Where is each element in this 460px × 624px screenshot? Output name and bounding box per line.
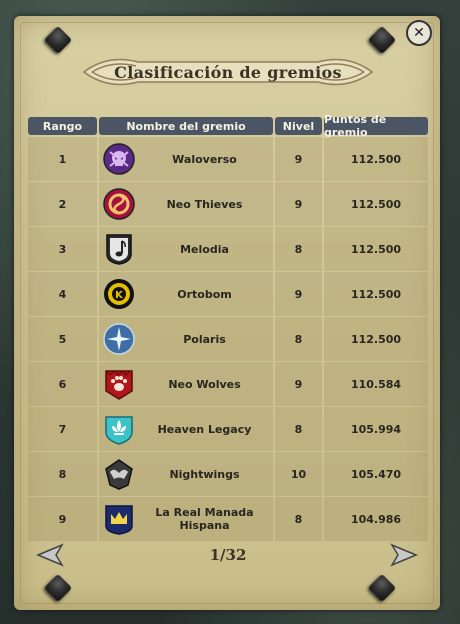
page-title: Clasificación de gremios xyxy=(114,62,342,82)
paw-emblem xyxy=(102,367,136,401)
level-cell: 8 xyxy=(275,497,322,541)
guild-name: Polaris xyxy=(183,332,226,346)
guild-name-cell: Melodia xyxy=(99,227,273,271)
guild-points-cell: 112.500 xyxy=(324,227,428,271)
table-row[interactable]: 3 Melodia 8 112.500 xyxy=(28,227,428,271)
title-banner: Clasificación de gremios xyxy=(78,52,378,92)
skull-emblem xyxy=(102,142,136,176)
fleur-emblem xyxy=(102,412,136,446)
guild-name: Ortobom xyxy=(177,287,232,301)
table-row[interactable]: 1 Waloverso 9 112.500 xyxy=(28,137,428,181)
level-cell: 10 xyxy=(275,452,322,496)
guild-points-cell: 112.500 xyxy=(324,272,428,316)
rank-cell: 7 xyxy=(28,407,97,451)
arrow-right-icon xyxy=(390,543,418,567)
guild-points-cell: 112.500 xyxy=(324,182,428,226)
table-row[interactable]: 5 Polaris 8 112.500 xyxy=(28,317,428,361)
page-indicator: 1/32 xyxy=(209,546,247,564)
guild-name-cell: Neo Wolves xyxy=(99,362,273,406)
guild-name-cell: La Real Manada Hispana xyxy=(99,497,273,541)
rank-cell: 3 xyxy=(28,227,97,271)
table-header: Rango Nombre del gremio Nivel Puntos de … xyxy=(28,113,428,139)
table-body: 1 Waloverso 9 112.500 2 Neo Thieves 9 112.500… xyxy=(28,137,428,541)
rank-cell: 6 xyxy=(28,362,97,406)
level-cell: 9 xyxy=(275,182,322,226)
table-row[interactable]: 2 Neo Thieves 9 112.500 xyxy=(28,182,428,226)
guild-name-cell: Polaris xyxy=(99,317,273,361)
guild-name: Nightwings xyxy=(169,467,240,481)
level-cell: 9 xyxy=(275,272,322,316)
arrow-left-icon xyxy=(36,543,64,567)
guild-name-cell: Waloverso xyxy=(99,137,273,181)
rank-cell: 9 xyxy=(28,497,97,541)
prev-page-button[interactable] xyxy=(36,542,66,568)
guild-name-cell: Heaven Legacy xyxy=(99,407,273,451)
guild-points-cell: 112.500 xyxy=(324,137,428,181)
guild-ranking-table: Rango Nombre del gremio Nivel Puntos de … xyxy=(28,113,428,542)
column-header-level: Nivel xyxy=(275,117,322,135)
level-cell: 9 xyxy=(275,137,322,181)
level-cell: 8 xyxy=(275,407,322,451)
pagination: 1/32 xyxy=(28,542,428,572)
close-button[interactable]: ✕ xyxy=(406,20,432,46)
guild-points-cell: 105.470 xyxy=(324,452,428,496)
table-row[interactable]: 8 Nightwings 10 105.470 xyxy=(28,452,428,496)
column-header-guild-points: Puntos de gremio xyxy=(324,113,428,139)
next-page-button[interactable] xyxy=(388,542,418,568)
guild-name: La Real Manada Hispana xyxy=(155,506,254,532)
guild-name: Heaven Legacy xyxy=(157,422,252,436)
k-emblem: K xyxy=(102,277,136,311)
guild-name-cell: Neo Thieves xyxy=(99,182,273,226)
table-row[interactable]: 9 La Real Manada Hispana 8 104.986 xyxy=(28,497,428,541)
rank-cell: 4 xyxy=(28,272,97,316)
close-icon: ✕ xyxy=(413,25,425,41)
level-cell: 9 xyxy=(275,362,322,406)
guild-name: Waloverso xyxy=(172,152,237,166)
swirl-emblem xyxy=(102,187,136,221)
level-cell: 8 xyxy=(275,317,322,361)
guild-name: Melodia xyxy=(180,242,229,256)
column-header-rank: Rango xyxy=(28,117,97,135)
table-row[interactable]: 4 K Ortobom 9 112.500 xyxy=(28,272,428,316)
wing-emblem xyxy=(102,457,136,491)
guild-name: Neo Wolves xyxy=(168,377,241,391)
star-compass-emblem xyxy=(102,322,136,356)
guild-points-cell: 110.584 xyxy=(324,362,428,406)
guild-points-cell: 104.986 xyxy=(324,497,428,541)
level-cell: 8 xyxy=(275,227,322,271)
guild-name-cell: Nightwings xyxy=(99,452,273,496)
music-note-emblem xyxy=(102,232,136,266)
table-row[interactable]: 6 Neo Wolves 9 110.584 xyxy=(28,362,428,406)
rank-cell: 2 xyxy=(28,182,97,226)
rank-cell: 8 xyxy=(28,452,97,496)
guild-points-cell: 112.500 xyxy=(324,317,428,361)
crown-emblem xyxy=(102,502,136,536)
column-header-guild-name: Nombre del gremio xyxy=(99,117,273,135)
guild-name-cell: K Ortobom xyxy=(99,272,273,316)
guild-name: Neo Thieves xyxy=(166,197,243,211)
rank-cell: 5 xyxy=(28,317,97,361)
guild-points-cell: 105.994 xyxy=(324,407,428,451)
svg-text:K: K xyxy=(115,290,124,301)
rank-cell: 1 xyxy=(28,137,97,181)
table-row[interactable]: 7 Heaven Legacy 8 105.994 xyxy=(28,407,428,451)
